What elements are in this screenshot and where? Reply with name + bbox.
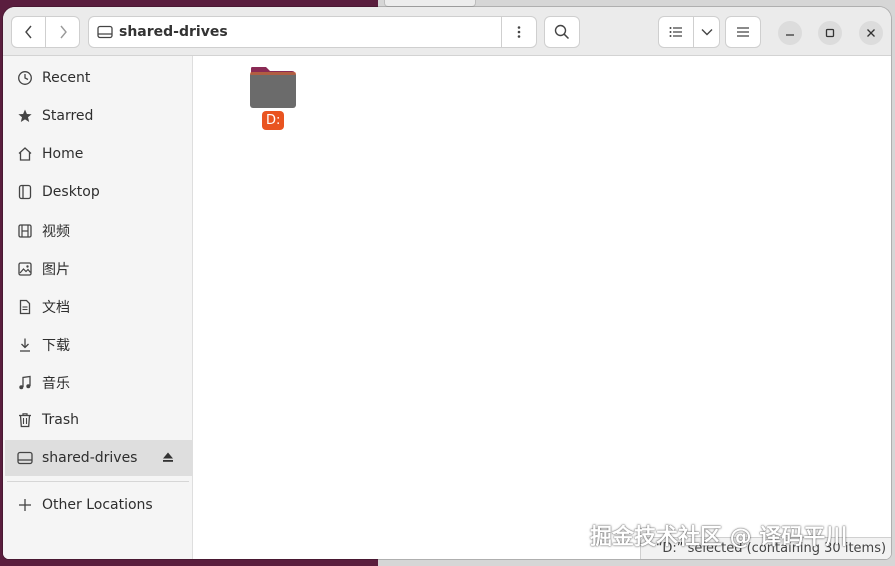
path-menu-button[interactable] xyxy=(501,16,537,48)
back-button[interactable] xyxy=(11,16,46,48)
sidebar-item-downloads[interactable]: 下载 xyxy=(5,327,192,363)
plus-icon xyxy=(17,497,33,513)
sidebar-item-label: Home xyxy=(42,146,84,162)
sidebar-item-label: 视频 xyxy=(42,224,70,240)
sidebar-item-home[interactable]: Home xyxy=(5,136,192,172)
file-view[interactable]: D: xyxy=(193,56,891,559)
view-options-dropdown[interactable] xyxy=(693,16,720,48)
sidebar-item-shared-drives[interactable]: shared-drives xyxy=(5,440,192,476)
sidebar-item-pictures[interactable]: 图片 xyxy=(5,251,192,287)
video-icon xyxy=(17,223,33,239)
search-icon xyxy=(554,24,570,40)
file-manager-window: shared-drives Recent Starred Home Deskto… xyxy=(3,7,891,559)
sidebar-item-desktop[interactable]: Desktop xyxy=(5,174,192,210)
sidebar: Recent Starred Home Desktop 视频 图片 文档 下载 xyxy=(3,56,193,559)
sidebar-item-label: shared-drives xyxy=(42,450,138,466)
home-icon xyxy=(17,146,33,162)
close-button[interactable] xyxy=(859,21,883,45)
chevron-left-icon xyxy=(24,25,32,39)
sidebar-item-label: 音乐 xyxy=(42,376,70,392)
sidebar-item-starred[interactable]: Starred xyxy=(5,98,192,134)
music-icon xyxy=(17,375,33,391)
close-icon xyxy=(867,29,875,37)
list-view-button[interactable] xyxy=(658,16,694,48)
eject-icon[interactable] xyxy=(162,451,174,467)
watermark-text: 掘金技术社区 @ 译码平川 xyxy=(590,525,848,550)
sidebar-item-label: Trash xyxy=(42,412,79,428)
sidebar-item-label: 图片 xyxy=(42,262,70,278)
path-bar[interactable]: shared-drives xyxy=(88,16,502,48)
star-icon xyxy=(17,108,33,124)
hamburger-menu-icon xyxy=(737,27,749,37)
sidebar-item-label: Starred xyxy=(42,108,94,124)
sidebar-item-other-locations[interactable]: Other Locations xyxy=(5,487,192,523)
search-button[interactable] xyxy=(544,16,580,48)
minimize-button[interactable] xyxy=(778,21,802,45)
maximize-button[interactable] xyxy=(818,21,842,45)
chevron-down-icon xyxy=(701,29,712,36)
sidebar-item-recent[interactable]: Recent xyxy=(5,60,192,96)
download-icon xyxy=(17,337,33,353)
forward-button[interactable] xyxy=(45,16,80,48)
chevron-right-icon xyxy=(59,25,67,39)
sidebar-item-music[interactable]: 音乐 xyxy=(5,365,192,401)
sidebar-item-documents[interactable]: 文档 xyxy=(5,289,192,325)
list-view-icon xyxy=(669,27,682,37)
picture-icon xyxy=(17,261,33,277)
sidebar-item-label: 下载 xyxy=(42,338,70,354)
drive-icon xyxy=(17,450,33,466)
clock-icon xyxy=(17,70,33,86)
sidebar-item-trash[interactable]: Trash xyxy=(5,402,192,438)
sidebar-item-label: 文档 xyxy=(42,300,70,316)
sidebar-item-videos[interactable]: 视频 xyxy=(5,213,192,249)
kebab-menu-icon xyxy=(517,26,521,38)
drive-icon xyxy=(97,25,113,39)
sidebar-separator xyxy=(7,481,189,482)
trash-icon xyxy=(17,412,33,428)
sidebar-item-label: Recent xyxy=(42,70,91,86)
desktop-icon xyxy=(17,184,33,200)
header-bar: shared-drives xyxy=(3,7,891,56)
sidebar-item-label: Desktop xyxy=(42,184,100,200)
sidebar-item-label: Other Locations xyxy=(42,497,153,513)
background-window-tab xyxy=(384,0,476,7)
path-label: shared-drives xyxy=(119,24,228,40)
main-menu-button[interactable] xyxy=(725,16,761,48)
maximize-icon xyxy=(825,28,835,38)
folder-icon[interactable] xyxy=(249,65,297,109)
document-icon xyxy=(17,299,33,315)
minimize-icon xyxy=(786,34,794,36)
file-name-label[interactable]: D: xyxy=(262,111,285,130)
